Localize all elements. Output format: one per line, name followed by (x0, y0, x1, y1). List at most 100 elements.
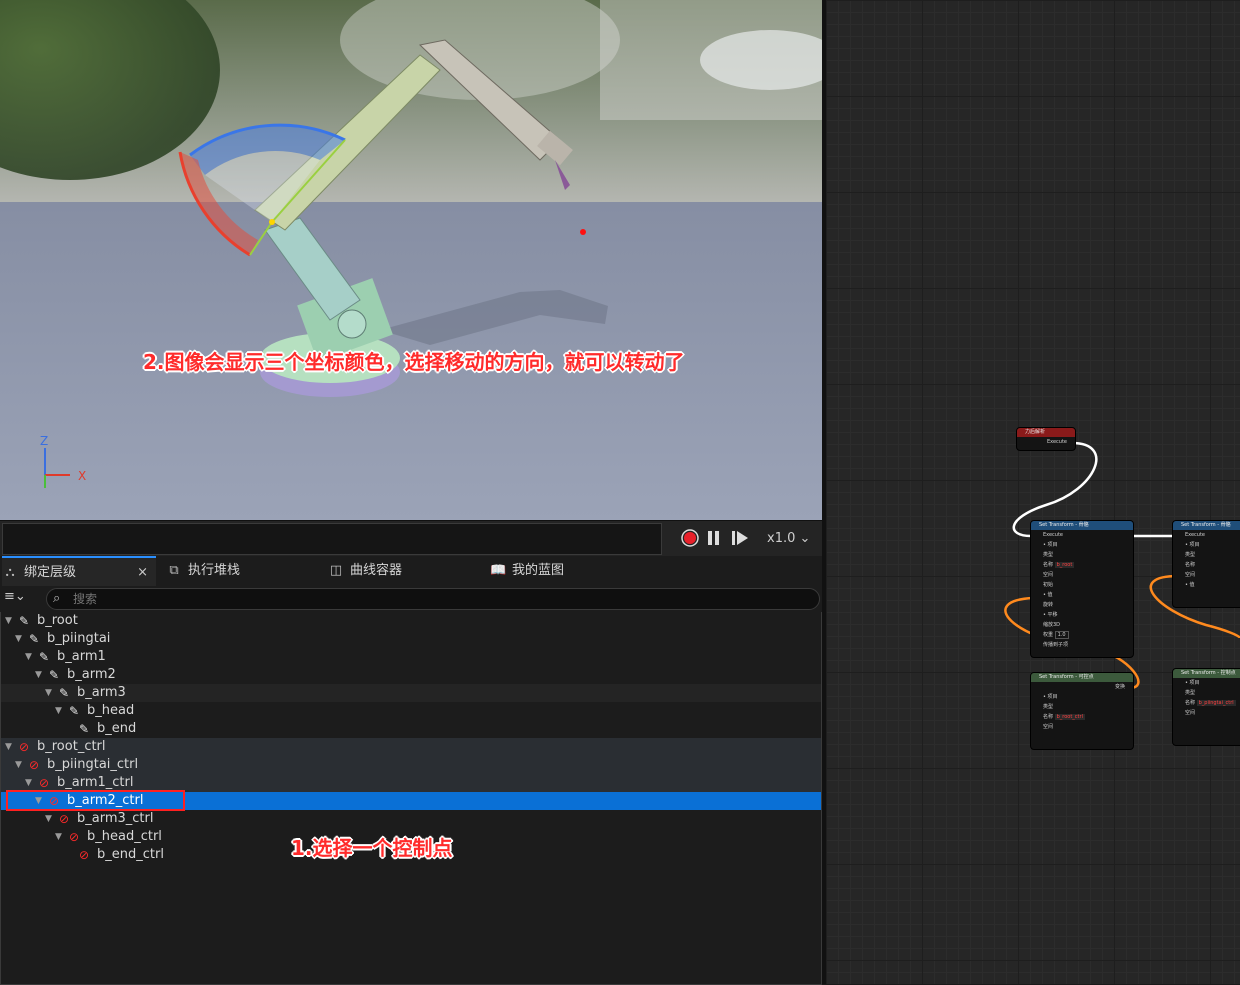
control-row[interactable]: ▼ ⊘ b_piingtai_ctrl (1, 756, 821, 774)
control-row[interactable]: ▼ ⊘ b_arm2_ctrl (1, 792, 821, 810)
expand-arrow-icon[interactable]: ▼ (55, 702, 65, 720)
set-transform-control-node-c[interactable]: Set Transform - 可控点 变换 • 项目 类型 名称 b_root… (1030, 672, 1134, 750)
event-node[interactable]: 力后解析 Execute (1016, 427, 1076, 451)
node-pin[interactable]: 名称 b_piingtai_ctrl (1173, 698, 1240, 708)
annotation-step1: 1.选择一个控制点 (291, 836, 453, 860)
node-pin[interactable]: • 项目 (1031, 540, 1133, 550)
bone-icon: ✎ (49, 668, 60, 682)
search-input[interactable] (71, 590, 775, 608)
set-transform-bone-node-a[interactable]: Set Transform - 骨骼 Execute • 项目 类型 名称 b_… (1030, 520, 1134, 658)
row-label: b_end (97, 721, 137, 736)
node-pin[interactable]: 权重 1.0 (1031, 630, 1133, 640)
bone-row[interactable]: ▼ ✎ b_piingtai (1, 630, 821, 648)
expand-arrow-icon[interactable]: ▼ (5, 612, 15, 630)
name-field[interactable]: b_root (1054, 562, 1075, 568)
node-pin[interactable]: 类型 (1173, 688, 1240, 698)
bone-row[interactable]: ▼ ✎ b_arm1 (1, 648, 821, 666)
expand-arrow-icon[interactable]: ▼ (55, 828, 65, 846)
node-pin[interactable]: • 平移 (1031, 610, 1133, 620)
expand-arrow-icon[interactable]: ▼ (25, 648, 35, 666)
name-field[interactable]: b_piingtai_ctrl (1196, 700, 1236, 706)
bone-row[interactable]: ✎ b_end (1, 720, 821, 738)
graph-wires (1004, 441, 1240, 690)
row-label: b_arm3_ctrl (77, 811, 154, 826)
expand-arrow-icon[interactable]: ▼ (5, 738, 15, 756)
name-field[interactable]: b_root_ctrl (1054, 714, 1085, 720)
node-out-pin[interactable]: 变换 (1031, 682, 1133, 692)
bone-icon: ✎ (39, 650, 50, 664)
node-pin[interactable]: Execute (1173, 530, 1240, 540)
tab-label: 我的蓝图 (512, 563, 565, 578)
tab-label: 执行堆栈 (188, 563, 241, 578)
bone-row[interactable]: ▼ ✎ b_arm3 (1, 684, 821, 702)
bone-row[interactable]: ▼ ✎ b_head (1, 702, 821, 720)
node-pin[interactable]: 旋转 (1031, 600, 1133, 610)
row-label: b_root_ctrl (37, 739, 106, 754)
set-transform-control-node-d[interactable]: Set Transform - 控制点 • 项目 类型 名称 b_piingta… (1172, 668, 1240, 746)
row-label: b_arm1_ctrl (57, 775, 134, 790)
node-pin[interactable]: 类型 (1031, 702, 1133, 712)
bone-icon: ✎ (59, 686, 70, 700)
viewport[interactable]: Z X 2.图像会显示三个坐标颜色，选择移动的方向，就可以转动了 (0, 0, 822, 520)
node-pin[interactable]: • 项目 (1173, 540, 1240, 550)
exec-pin[interactable]: Execute (1017, 437, 1075, 447)
node-pin[interactable]: 缩放3D (1031, 620, 1133, 630)
tab-execution-stack[interactable]: ⧉ 执行堆栈 (166, 556, 316, 586)
bone-row[interactable]: ▼ ✎ b_root (1, 612, 821, 630)
tab-curve-container[interactable]: ◫ 曲线容器 (328, 556, 478, 586)
node-title: Set Transform - 控制点 (1173, 669, 1240, 678)
expand-arrow-icon[interactable]: ▼ (45, 684, 55, 702)
pause-icon[interactable] (707, 530, 721, 550)
node-pin[interactable]: 名称 b_root_ctrl (1031, 712, 1133, 722)
expand-arrow-icon[interactable]: ▼ (35, 792, 45, 810)
row-label: b_arm1 (57, 649, 106, 664)
node-pin[interactable]: 空间 (1031, 722, 1133, 732)
timeline-track[interactable] (2, 523, 662, 555)
node-pin[interactable]: 空间 (1031, 570, 1133, 580)
rig-graph-canvas[interactable]: 力后解析 Execute Set Transform - 骨骼 Execute … (826, 0, 1240, 984)
control-row[interactable]: ▼ ⊘ b_arm1_ctrl (1, 774, 821, 792)
tab-label: 曲线容器 (350, 563, 403, 578)
row-label: b_arm2_ctrl (67, 793, 144, 808)
tab-label: 绑定层级 (24, 565, 77, 580)
row-label: b_arm2 (67, 667, 116, 682)
node-pin[interactable]: 空间 (1173, 570, 1240, 580)
row-label: b_arm3 (77, 685, 126, 700)
node-pin[interactable]: Execute (1031, 530, 1133, 540)
node-pin[interactable]: 名称 (1173, 560, 1240, 570)
row-label: b_root (37, 613, 78, 628)
close-icon[interactable]: × (137, 558, 148, 588)
node-pin[interactable]: 空间 (1173, 708, 1240, 718)
bone-row[interactable]: ▼ ✎ b_arm2 (1, 666, 821, 684)
set-transform-bone-node-b[interactable]: Set Transform - 骨骼 Execute • 项目 类型 名称 空间… (1172, 520, 1240, 608)
expand-arrow-icon[interactable]: ▼ (45, 810, 55, 828)
node-pin[interactable]: • 项目 (1173, 678, 1240, 688)
node-pin[interactable]: • 值 (1031, 590, 1133, 600)
expand-arrow-icon[interactable]: ▼ (35, 666, 45, 684)
chevron-down-icon: ⌄ (799, 531, 811, 546)
step-forward-icon[interactable] (731, 530, 749, 550)
node-title: Set Transform - 可控点 (1031, 673, 1133, 682)
node-pin[interactable]: 类型 (1173, 550, 1240, 560)
control-row[interactable]: ▼ ⊘ b_arm3_ctrl (1, 810, 821, 828)
record-icon[interactable] (681, 529, 699, 551)
weight-field[interactable]: 1.0 (1054, 631, 1069, 639)
panel-tabs: ⛬ 绑定层级 × ⧉ 执行堆栈 ◫ 曲线容器 📖 我的蓝图 (0, 556, 822, 587)
playback-speed-dropdown[interactable]: x1.0 ⌄ (767, 531, 810, 546)
node-pin[interactable]: • 值 (1173, 580, 1240, 590)
expand-arrow-icon[interactable]: ▼ (15, 630, 25, 648)
node-title: Set Transform - 骨骼 (1173, 521, 1240, 530)
node-pin[interactable]: 名称 b_root (1031, 560, 1133, 570)
expand-arrow-icon[interactable]: ▼ (15, 756, 25, 774)
node-pin[interactable]: 类型 (1031, 550, 1133, 560)
expand-arrow-icon[interactable]: ▼ (25, 774, 35, 792)
control-row[interactable]: ▼ ⊘ b_root_ctrl (1, 738, 821, 756)
bone-icon: ✎ (79, 722, 90, 736)
filter-icon[interactable]: ≡⌄ (4, 589, 26, 604)
node-pin[interactable]: • 项目 (1031, 692, 1133, 702)
node-pin[interactable]: 传播到子项 (1031, 640, 1133, 650)
control-icon: ⊘ (59, 812, 70, 826)
tab-my-blueprint[interactable]: 📖 我的蓝图 (490, 556, 640, 586)
node-pin[interactable]: 初始 (1031, 580, 1133, 590)
tab-rig-hierarchy[interactable]: ⛬ 绑定层级 × (2, 556, 156, 586)
